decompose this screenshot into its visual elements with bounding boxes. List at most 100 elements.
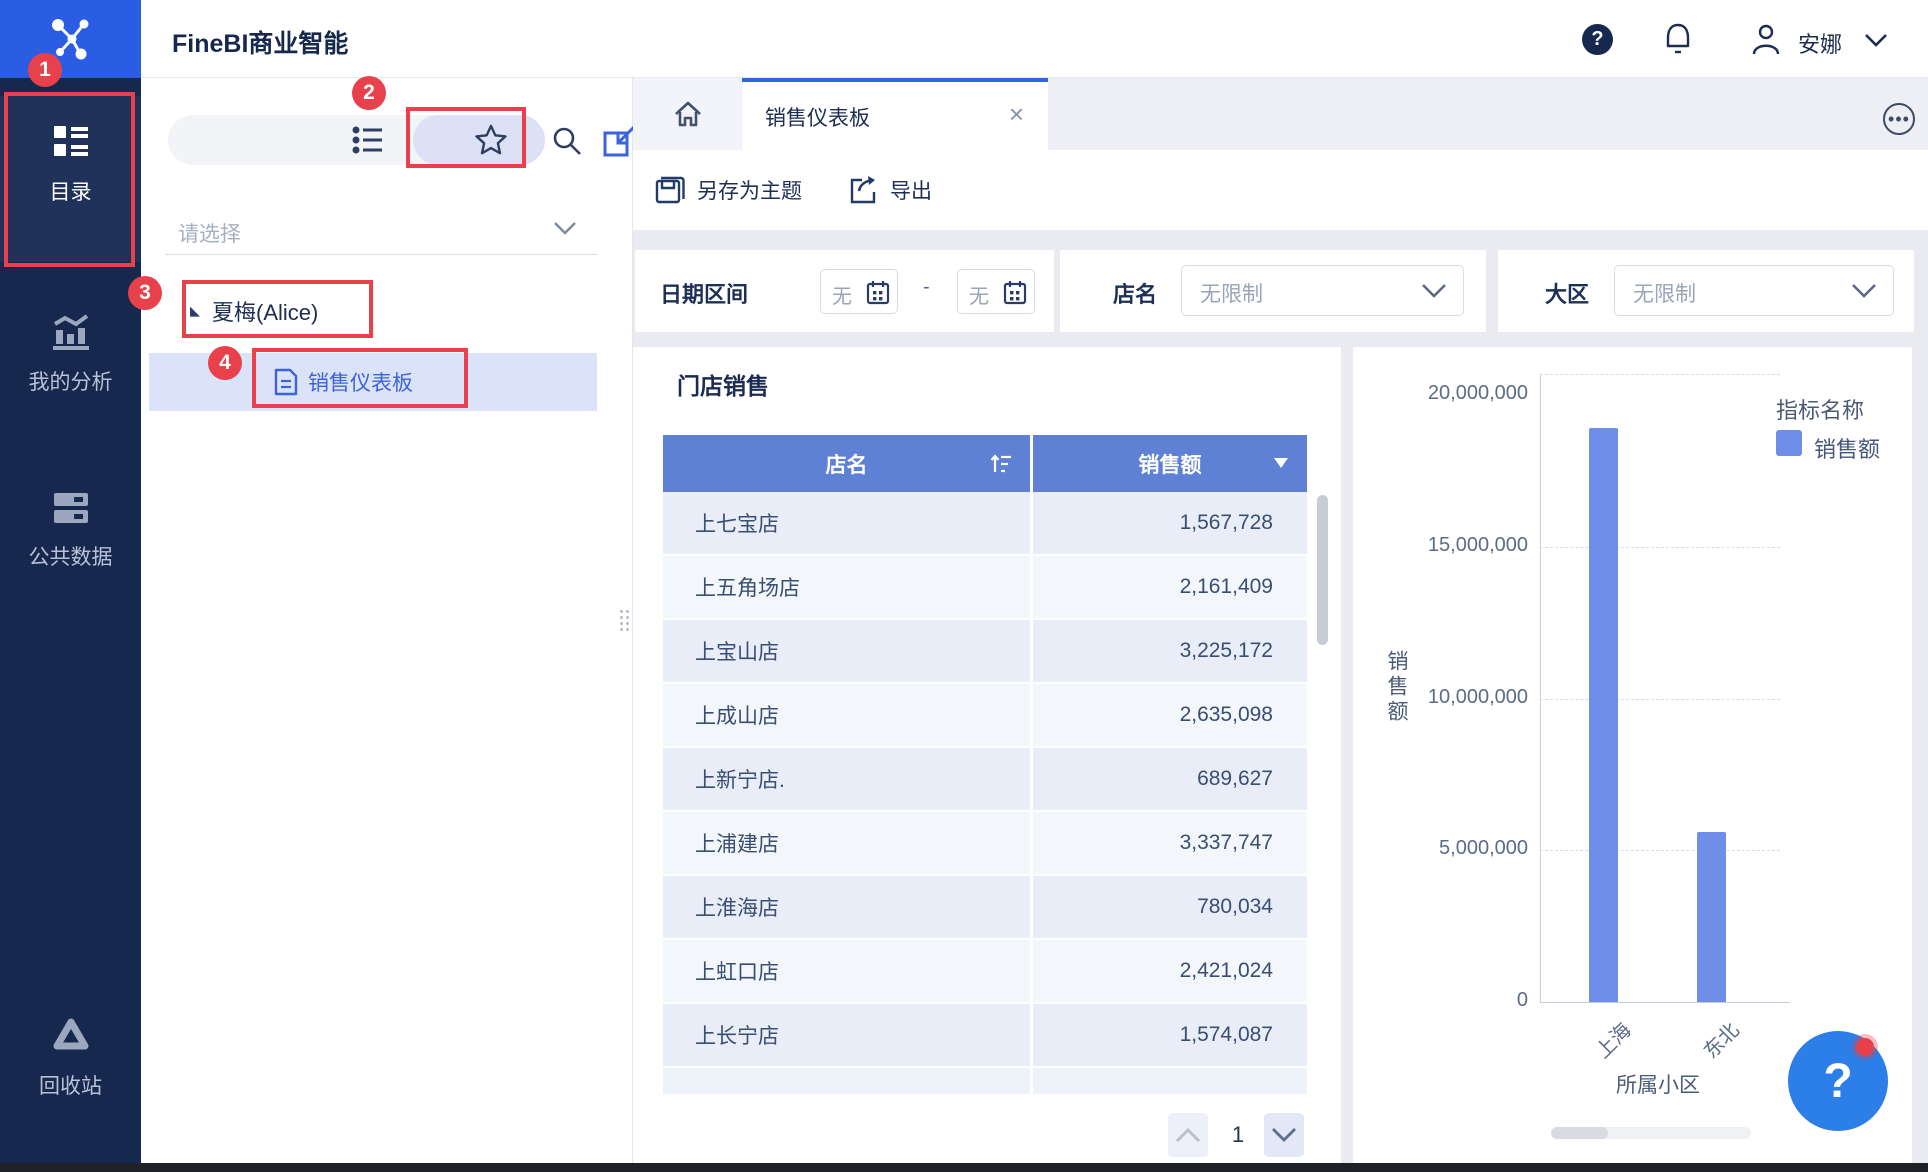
sidebar-item-label: 我的分析 [29, 371, 113, 394]
save-as-theme-button[interactable]: 另存为主题 [655, 150, 802, 230]
recycle-icon [49, 1016, 93, 1056]
chart-zoom-slider[interactable] [1551, 1127, 1751, 1139]
table-row-clipped [663, 1068, 1310, 1094]
date-to-value: 无 [969, 280, 989, 309]
date-from-value: 无 [832, 280, 852, 309]
sidebar-item-my-analysis[interactable]: 我的分析 [0, 312, 141, 396]
region-select[interactable]: 无限制 [1614, 265, 1894, 316]
region-label: 大区 [1545, 277, 1589, 309]
save-as-icon [655, 175, 685, 205]
tab-label: 销售仪表板 [765, 102, 870, 132]
gridline [1540, 699, 1780, 700]
help-icon[interactable]: ? [1582, 24, 1613, 55]
table-row[interactable]: 上长宁店1,574,087 [663, 1004, 1310, 1068]
page-up-button[interactable] [1168, 1113, 1208, 1157]
sidebar-item-catalog[interactable]: 目录 [0, 120, 141, 206]
y-axis-tick-label: 20,000,000 [1358, 382, 1528, 405]
tab-sales-dashboard[interactable]: 销售仪表板 × [742, 78, 1048, 150]
slider-thumb[interactable] [1551, 1127, 1608, 1139]
tree-node-user[interactable]: ◣ 夏梅(Alice) [190, 288, 318, 334]
table-row[interactable]: 上宝山店3,225,172 [663, 620, 1310, 684]
y-axis-line [1540, 374, 1541, 1002]
finebi-logo[interactable] [0, 0, 141, 78]
home-tab-button[interactable] [633, 78, 742, 150]
store-name-cell: 上七宝店 [663, 492, 1033, 554]
tab-strip: 销售仪表板 × ••• [633, 78, 1928, 150]
sort-ascending-icon[interactable] [990, 453, 1012, 475]
tree-leaf-label: 销售仪表板 [308, 367, 413, 397]
table-row[interactable]: 上成山店2,635,098 [663, 684, 1310, 748]
column-header-store[interactable]: 店名 [663, 435, 1033, 492]
chevron-down-icon[interactable] [553, 221, 577, 236]
sidebar-item-label: 回收站 [39, 1075, 102, 1098]
catalog-icon [50, 120, 92, 162]
database-icon [50, 489, 92, 527]
user-name[interactable]: 安娜 [1798, 27, 1842, 59]
user-icon[interactable] [1750, 22, 1782, 56]
column-header-sales[interactable]: 销售额 [1033, 435, 1307, 492]
y-axis-tick-label: 15,000,000 [1358, 534, 1528, 557]
chevron-down-icon [1421, 283, 1447, 299]
store-select-value: 无限制 [1200, 278, 1263, 308]
export-label: 导出 [890, 175, 932, 205]
table-row[interactable]: 上七宝店1,567,728 [663, 492, 1310, 556]
bar-东北[interactable] [1697, 832, 1726, 1002]
bar-上海[interactable] [1589, 428, 1618, 1002]
tree-node-label: 夏梅(Alice) [212, 295, 318, 327]
chevron-up-icon [1175, 1127, 1201, 1143]
legend-swatch[interactable] [1776, 430, 1802, 456]
table-row[interactable]: 上淮海店780,034 [663, 876, 1310, 940]
chevron-down-icon [1851, 283, 1877, 299]
bell-icon[interactable] [1662, 22, 1694, 56]
table-row[interactable]: 上五角场店2,161,409 [663, 556, 1310, 620]
tree-expand-icon[interactable]: ◣ [190, 303, 200, 319]
table-row[interactable]: 上虹口店2,421,024 [663, 940, 1310, 1004]
sales-value-cell: 1,574,087 [1033, 1004, 1307, 1066]
tree-select-input[interactable]: 请选择 [178, 218, 241, 248]
x-axis-line [1540, 1002, 1790, 1003]
region-select-value: 无限制 [1633, 278, 1696, 308]
store-name-cell: 上宝山店 [663, 620, 1033, 682]
search-icon[interactable] [551, 125, 583, 157]
table-row[interactable]: 上新宁店.689,627 [663, 748, 1310, 812]
sidebar-item-label: 公共数据 [29, 546, 113, 569]
tree-leaf-dashboard[interactable]: 销售仪表板 [149, 353, 597, 411]
save-as-theme-label: 另存为主题 [697, 175, 802, 205]
store-name-cell: 上浦建店 [663, 812, 1033, 874]
window-bottom-edge [0, 1163, 1928, 1172]
sales-value-cell: 3,225,172 [1033, 620, 1307, 682]
gridline [1540, 547, 1780, 548]
column-label: 店名 [826, 449, 868, 479]
edit-entry-icon[interactable] [603, 125, 637, 157]
column-label: 销售额 [1139, 449, 1202, 479]
filter-date-range: 日期区间 无 - 无 [635, 250, 1054, 332]
chevron-down-icon[interactable] [1863, 32, 1889, 48]
legend-series-label[interactable]: 销售额 [1814, 432, 1880, 464]
table-scrollbar[interactable] [1317, 495, 1328, 645]
table-body: 上七宝店1,567,728上五角场店2,161,409上宝山店3,225,172… [663, 492, 1310, 1094]
export-button[interactable]: 导出 [848, 150, 932, 230]
more-options-icon[interactable]: ••• [1883, 103, 1915, 135]
page-down-button[interactable] [1264, 1113, 1304, 1157]
table-header: 店名 销售额 [663, 435, 1310, 492]
catalog-panel: 请选择 ◣ 夏梅(Alice) 销售仪表板 [141, 78, 633, 1163]
tab-close-icon[interactable]: × [1009, 99, 1024, 129]
panel-resize-handle[interactable] [620, 610, 632, 631]
date-from-input[interactable]: 无 [820, 269, 898, 314]
sidebar-item-public-data[interactable]: 公共数据 [0, 489, 141, 571]
store-name-cell: 上五角场店 [663, 556, 1033, 618]
date-to-input[interactable]: 无 [957, 269, 1035, 314]
table-row[interactable]: 上浦建店3,337,747 [663, 812, 1310, 876]
sales-value-cell: 3,337,747 [1033, 812, 1307, 874]
sort-descending-triangle-icon[interactable] [1273, 457, 1289, 469]
sales-value-cell: 1,567,728 [1033, 492, 1307, 554]
app-title: FineBI商业智能 [172, 24, 348, 60]
divider [165, 254, 597, 255]
favorites-star-icon[interactable] [474, 123, 508, 157]
dashboard-toolbar: 另存为主题 导出 [633, 150, 1928, 230]
gridline [1540, 374, 1780, 375]
sidebar-item-recycle-bin[interactable]: 回收站 [0, 1016, 141, 1100]
store-name-cell: 上长宁店 [663, 1004, 1033, 1066]
store-select[interactable]: 无限制 [1181, 265, 1464, 316]
list-view-icon[interactable] [352, 125, 384, 155]
